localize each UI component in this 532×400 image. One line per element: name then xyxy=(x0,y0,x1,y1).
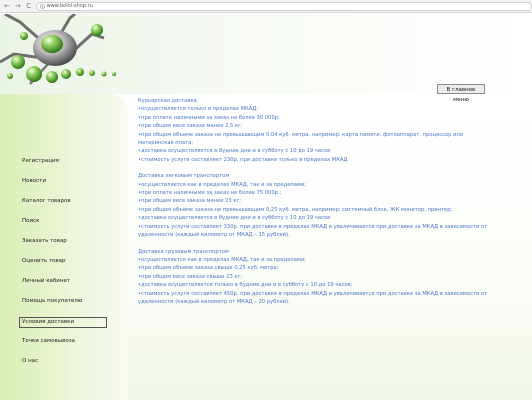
info-line: •доставка осуществляется в будние дни и … xyxy=(138,215,331,222)
browser-toolbar: ← → C www.bolni-shop.ru xyxy=(0,0,532,13)
sidebar-item-search[interactable]: Поиск xyxy=(20,217,41,226)
section-title: Доставка легковым транспортом xyxy=(138,173,230,180)
sidebar-item-account[interactable]: Личный кабинет xyxy=(20,277,72,286)
info-line: •доставка осуществляется только в будние… xyxy=(138,282,353,289)
info-line: •при оплате наличными за заказ не более … xyxy=(138,190,282,197)
info-line: •при общем весе заказа менее 23 кг; xyxy=(138,198,241,205)
delivery-info: Курьерская доставка •осуществляется толь… xyxy=(138,97,498,314)
info-line: •при общем весе заказа свыше 23 кг; xyxy=(138,273,243,280)
forward-icon[interactable]: → xyxy=(14,1,22,11)
sidebar-item-rate[interactable]: Оценить товар xyxy=(20,257,68,266)
address-bar[interactable]: www.bolni-shop.ru xyxy=(35,1,532,11)
section-courier: Курьерская доставка •осуществляется толь… xyxy=(138,97,498,164)
sidebar-item-pickup[interactable]: Точки самовывоза xyxy=(20,337,77,346)
sidebar-item-registration[interactable]: Регистрация xyxy=(20,157,61,166)
info-line: •осуществляется только в пределах МКАД; xyxy=(138,106,259,113)
sidebar-item-order[interactable]: Заказать товар xyxy=(20,237,69,246)
info-line: •стоимость услуги составляет 230р. при д… xyxy=(138,156,348,163)
sidebar-item-news[interactable]: Новости xyxy=(20,177,48,186)
info-line: •стоимость услуги составляет 330р. при д… xyxy=(138,223,488,230)
section-title: Курьерская доставка xyxy=(138,98,197,104)
sidebar-item-catalog[interactable]: Каталог товаров xyxy=(20,197,73,206)
main-menu-button[interactable]: В главное меню xyxy=(437,84,485,103)
info-line: удаленности (каждый километр от МКАД – 2… xyxy=(138,298,290,305)
info-line: удаленности (каждый километр от МКАД – 1… xyxy=(138,232,290,239)
info-line: •осуществляется как в пределах МКАД, так… xyxy=(138,256,306,263)
info-line: материнская плата; xyxy=(138,140,194,147)
info-line: •при общем объеме заказа не превышающим … xyxy=(138,131,464,138)
site-header xyxy=(0,14,532,94)
address-text: www.bolni-shop.ru xyxy=(46,2,93,9)
info-line: •при оплате наличными за заказ не более … xyxy=(138,114,280,121)
sidebar-item-help[interactable]: Помощь покупателю xyxy=(20,297,84,306)
info-line: •при общем объеме заказа свыше 0,25 куб.… xyxy=(138,265,279,272)
page-info-icon xyxy=(39,3,45,9)
info-line: •при общем весе заказа менее 2,5 кг; xyxy=(138,123,243,130)
info-line: •доставка осуществляется в будние дни и … xyxy=(138,148,331,155)
section-title: Доставка грузовым транспортом xyxy=(138,248,229,255)
info-line: •стоимость услуги составляет 450р. при д… xyxy=(138,290,488,297)
reload-icon[interactable]: C xyxy=(25,1,33,11)
sidebar-item-about[interactable]: О нас xyxy=(20,357,40,366)
info-line: •при общем объеме заказа не превышающим … xyxy=(138,206,453,213)
sidebar-item-delivery[interactable]: Условия доставки xyxy=(19,317,107,328)
header-spheres-logo xyxy=(0,14,116,85)
section-car: Доставка легковым транспортом •осуществл… xyxy=(138,172,498,239)
back-icon[interactable]: ← xyxy=(3,1,11,11)
section-truck: Доставка грузовым транспортом •осуществл… xyxy=(138,248,498,307)
info-line: •осуществляется как в пределах МКАД, так… xyxy=(138,181,306,188)
sidebar xyxy=(0,94,128,400)
